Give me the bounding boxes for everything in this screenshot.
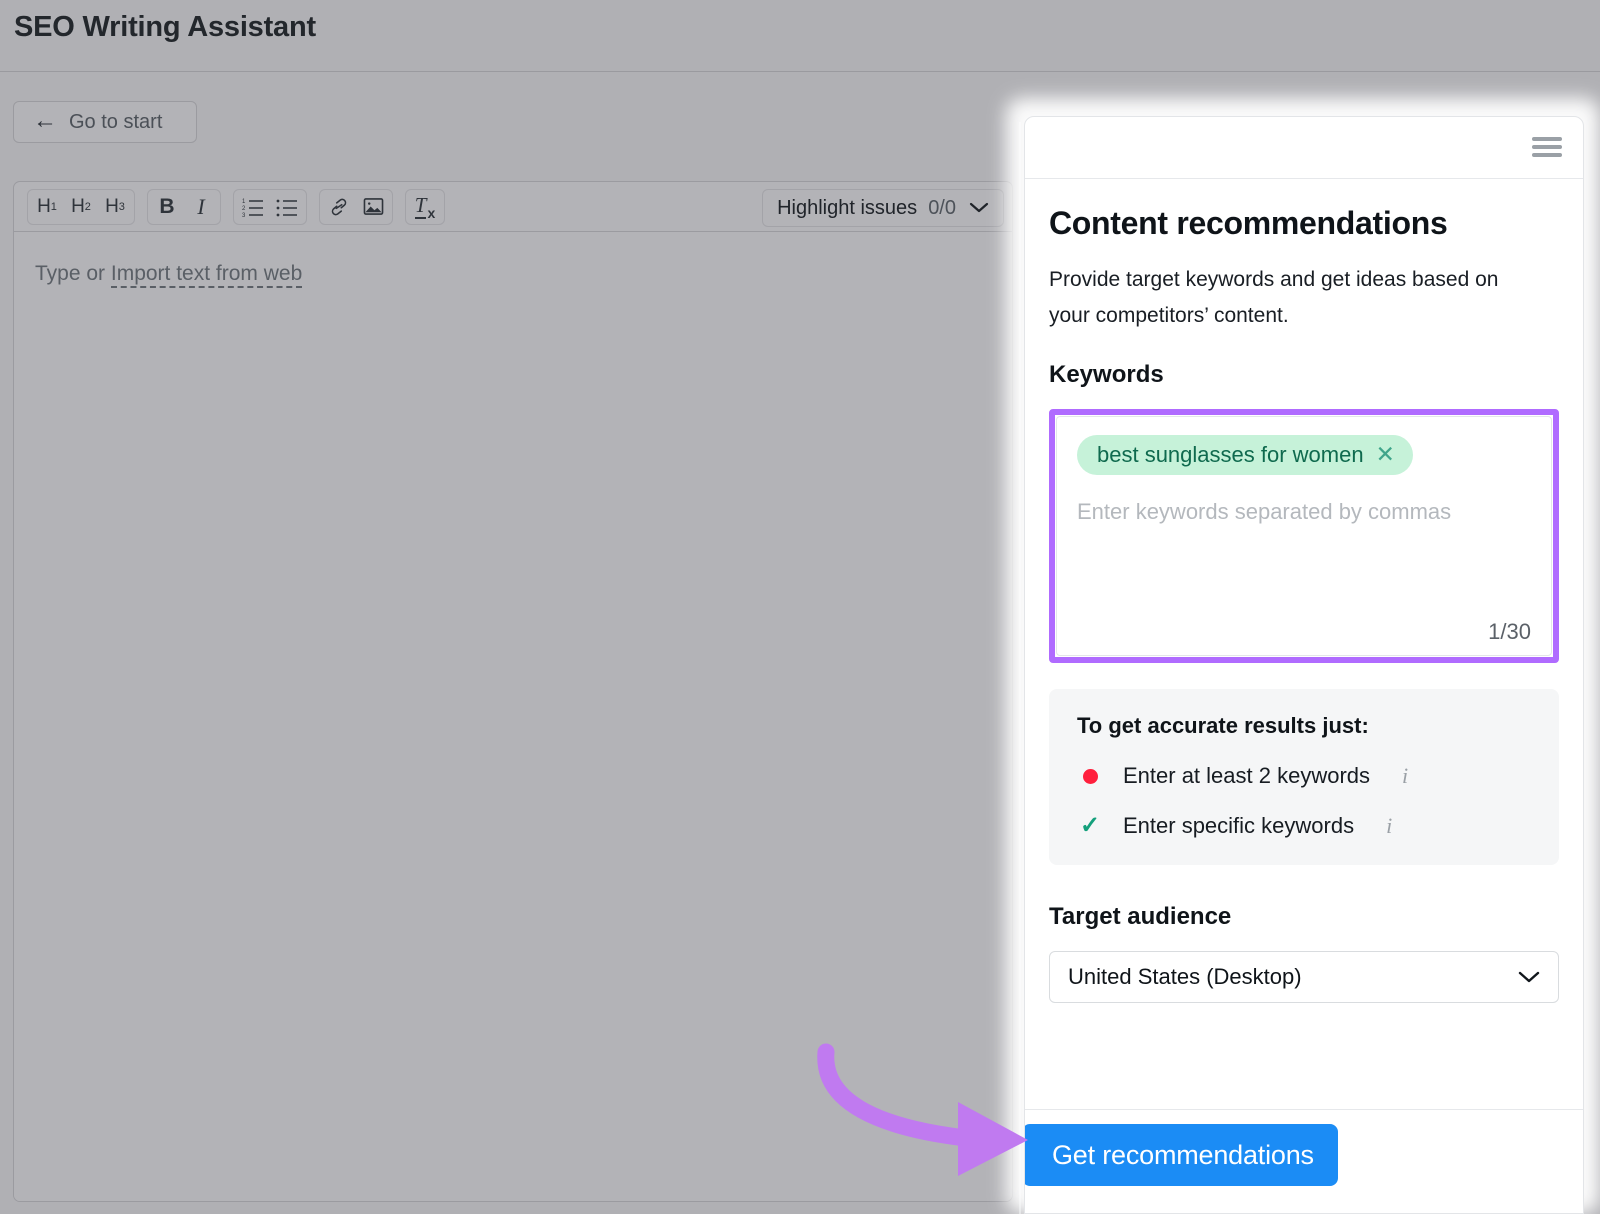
accuracy-tips-title: To get accurate results just: <box>1077 713 1369 738</box>
editor-frame: H1 H2 H3 B I 1 2 3 T x Highlight issues … <box>13 181 1013 1202</box>
arrow-left-icon: ← <box>33 106 57 134</box>
target-audience-select[interactable]: United States (Desktop) <box>1049 951 1559 1003</box>
svg-text:1: 1 <box>242 199 246 205</box>
go-to-start-label: Go to start <box>69 110 163 133</box>
editor-toolbar: H1 H2 H3 B I 1 2 3 T x Highlight issues … <box>14 182 1012 232</box>
accuracy-tips-card: To get accurate results just: Enter at l… <box>1049 689 1559 865</box>
info-icon[interactable]: i <box>1386 813 1392 839</box>
keywords-input-placeholder: Enter keywords separated by commas <box>1077 499 1452 524</box>
red-dot-icon <box>1077 768 1103 784</box>
panel-body: Content recommendations Provide target k… <box>1025 205 1583 1003</box>
chevron-down-icon <box>969 197 989 220</box>
panel-description: Provide target keywords and get ideas ba… <box>1049 268 1499 327</box>
panel-topbar <box>1025 117 1583 179</box>
image-icon[interactable] <box>356 191 390 223</box>
chevron-down-icon <box>1518 964 1540 990</box>
page-title: SEO Writing Assistant <box>14 11 316 43</box>
tip-item-specific-keywords: ✓ Enter specific keywords i <box>1077 813 1531 839</box>
bulleted-list-icon[interactable] <box>270 191 304 223</box>
keywords-heading: Keywords <box>1049 361 1164 388</box>
close-icon[interactable]: ✕ <box>1376 443 1395 466</box>
link-icon[interactable] <box>322 191 356 223</box>
toolbar-group-insert <box>319 188 393 225</box>
svg-text:3: 3 <box>242 213 246 217</box>
italic-button[interactable]: I <box>184 191 218 223</box>
toolbar-group-headings: H1 H2 H3 <box>27 188 135 225</box>
keywords-highlight-ring: best sunglasses for women ✕ Enter keywor… <box>1049 409 1559 663</box>
heading-1-button[interactable]: H1 <box>30 191 64 223</box>
toolbar-group-clear: Tx <box>405 188 445 225</box>
toolbar-group-lists: 1 2 3 <box>233 188 307 225</box>
heading-2-button[interactable]: H2 <box>64 191 98 223</box>
tip-label: Enter at least 2 keywords <box>1123 763 1371 788</box>
tip-label: Enter specific keywords <box>1123 813 1355 838</box>
app-header: SEO Writing Assistant <box>0 0 1600 72</box>
content-recommendations-panel: Content recommendations Provide target k… <box>1024 116 1584 1214</box>
tip-item-min-keywords: Enter at least 2 keywords i <box>1077 763 1531 789</box>
ordered-list-icon[interactable]: 1 2 3 <box>236 191 270 223</box>
clear-formatting-icon[interactable]: Tx <box>408 191 442 223</box>
import-text-from-web-link[interactable]: Import text from web <box>110 262 303 288</box>
highlight-issues-count: 0/0 <box>928 196 956 219</box>
editor-placeholder: Type or Import text from web <box>35 262 303 288</box>
keyword-pill[interactable]: best sunglasses for women ✕ <box>1077 435 1413 475</box>
highlight-issues-label: Highlight issues <box>777 196 918 219</box>
panel-footer: Get recommendations <box>1025 1109 1583 1213</box>
target-audience-value: United States (Desktop) <box>1068 964 1302 989</box>
editor-text-area[interactable]: Type or Import text from web <box>14 232 1012 1201</box>
editor-placeholder-prefix: Type or <box>35 262 111 285</box>
target-audience-heading: Target audience <box>1049 903 1232 930</box>
highlight-issues-dropdown[interactable]: Highlight issues 0/0 <box>762 189 1004 227</box>
bold-button[interactable]: B <box>150 191 184 223</box>
keyword-pill-label: best sunglasses for women <box>1097 441 1364 467</box>
hamburger-menu-icon[interactable] <box>1532 135 1562 159</box>
screen-root: SEO Writing Assistant ← Go to start H1 H… <box>0 0 1600 1214</box>
keywords-counter: 1/30 <box>1488 619 1531 644</box>
panel-title: Content recommendations <box>1049 205 1448 241</box>
svg-text:2: 2 <box>242 206 246 212</box>
toolbar-group-text-style: B I <box>147 188 221 225</box>
get-recommendations-button[interactable]: Get recommendations <box>1025 1124 1338 1186</box>
check-icon: ✓ <box>1079 812 1101 839</box>
info-icon[interactable]: i <box>1402 763 1408 789</box>
keywords-input[interactable]: best sunglasses for women ✕ Enter keywor… <box>1056 416 1552 656</box>
go-to-start-button[interactable]: ← Go to start <box>13 101 197 143</box>
heading-3-button[interactable]: H3 <box>98 191 132 223</box>
